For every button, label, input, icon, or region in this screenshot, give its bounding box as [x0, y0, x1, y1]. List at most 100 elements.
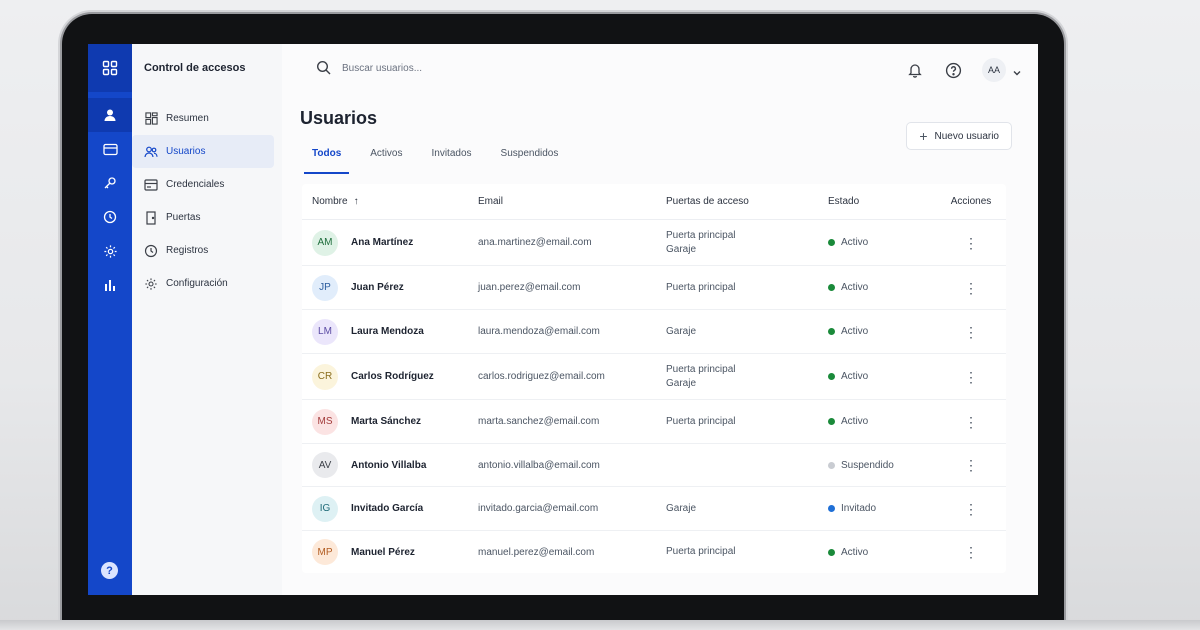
- sidebar-item-puertas[interactable]: Puertas: [132, 201, 282, 234]
- clock-icon[interactable]: [88, 200, 132, 234]
- bell-icon[interactable]: [906, 61, 924, 79]
- avatar: AV: [312, 452, 338, 478]
- user-cell: IG Invitado García: [302, 495, 478, 522]
- avatar: JP: [312, 274, 338, 301]
- laptop-base: [0, 620, 1200, 630]
- user-cell: LM Laura Mendoza: [302, 318, 478, 345]
- table-row[interactable]: IG Invitado García invitado.garcia@email.c…: [302, 487, 1006, 531]
- status-badge: Activo: [828, 547, 936, 558]
- user-name[interactable]: Marta Sánchez: [351, 416, 421, 427]
- column-header-name[interactable]: Nombre ↑: [302, 196, 478, 207]
- sort-ascending-icon[interactable]: ↑: [354, 196, 359, 207]
- bar-chart-icon[interactable]: [88, 268, 132, 302]
- tab-invitados[interactable]: Invitados: [424, 148, 480, 174]
- help-icon[interactable]: ?: [101, 562, 118, 579]
- user-name[interactable]: Manuel Pérez: [351, 547, 415, 558]
- column-name-label: Nombre: [312, 196, 348, 207]
- status-dot: [828, 461, 835, 469]
- status-label: Invitado: [841, 503, 877, 514]
- status-badge: Suspendido: [828, 460, 936, 471]
- user-name[interactable]: Laura Mendoza: [351, 326, 424, 337]
- user-name[interactable]: Ana Martínez: [351, 237, 413, 248]
- user-cell: MP Manuel Pérez: [302, 539, 478, 565]
- column-header-status[interactable]: Estado: [828, 196, 936, 207]
- sidebar-item-resumen[interactable]: Resumen: [132, 102, 282, 135]
- sidebar-nav: Control de accesos Resumen Usuarios Creden…: [132, 44, 282, 595]
- table-row[interactable]: MS Marta Sánchez marta.sanchez@email.com Pu…: [302, 400, 1006, 444]
- user-name[interactable]: Carlos Rodríguez: [351, 371, 434, 382]
- table-row[interactable]: JP Juan Pérez juan.perez@email.com Puerta p…: [302, 266, 1006, 310]
- status-dot: [828, 239, 835, 246]
- search-input[interactable]: [342, 62, 542, 74]
- status-badge: Activo: [828, 326, 936, 337]
- top-actions: AA: [886, 58, 1022, 82]
- app-title: Control de accesos: [144, 62, 246, 74]
- status-label: Activo: [841, 546, 869, 558]
- more-options-icon[interactable]: ⋮: [964, 236, 978, 250]
- avatar: LM: [312, 318, 338, 345]
- more-options-icon[interactable]: ⋮: [964, 370, 978, 384]
- user-name[interactable]: Invitado García: [351, 503, 423, 514]
- sidebar-item-label: Usuarios: [166, 146, 206, 157]
- sidebar-item-label: Puertas: [166, 212, 201, 223]
- table-row[interactable]: AM Ana Martínez ana.martinez@email.com Puer…: [302, 220, 1006, 266]
- chevron-down-icon[interactable]: [1012, 65, 1022, 76]
- column-header-actions: Acciones: [950, 196, 992, 207]
- new-user-button[interactable]: + Nuevo usuario: [906, 122, 1012, 150]
- gear-icon[interactable]: [88, 234, 132, 268]
- access-doors: Puerta principal Garaje: [666, 229, 828, 257]
- sidebar-item-usuarios[interactable]: Usuarios: [132, 135, 274, 168]
- door-name: Puerta principal: [666, 546, 736, 557]
- door-icon: [144, 210, 158, 225]
- user-avatar[interactable]: AA: [982, 58, 1006, 82]
- user-icon[interactable]: [88, 98, 132, 132]
- table-row[interactable]: AV Antonio Villalba antonio.villalba@email…: [302, 444, 1006, 487]
- column-header-doors[interactable]: Puertas de acceso: [666, 195, 828, 209]
- user-email: laura.mendoza@email.com: [478, 326, 600, 337]
- status-dot: [828, 505, 835, 512]
- gear-icon: [144, 277, 158, 291]
- user-name[interactable]: Antonio Villalba: [351, 460, 426, 471]
- more-options-icon[interactable]: ⋮: [964, 458, 978, 472]
- tab-todos[interactable]: Todos: [304, 148, 350, 174]
- card-icon[interactable]: [88, 132, 132, 166]
- status-dot: [828, 328, 835, 335]
- sidebar-item-configuracion[interactable]: Configuración: [132, 267, 282, 300]
- user-email: manuel.perez@email.com: [478, 546, 595, 558]
- more-options-icon[interactable]: ⋮: [964, 545, 978, 559]
- table-header: Nombre ↑ Email Puertas de acceso Estado …: [302, 184, 1006, 220]
- table-row[interactable]: CR Carlos Rodríguez carlos.rodriguez@email…: [302, 354, 1006, 400]
- table-row[interactable]: MP Manuel Pérez manuel.perez@email.com Puer…: [302, 531, 1006, 573]
- status-label: Activo: [841, 326, 869, 337]
- door-name: Puerta principal: [666, 281, 736, 293]
- avatar: MS: [312, 408, 338, 435]
- row-actions: ⋮: [936, 370, 1006, 384]
- credential-card-icon: [144, 178, 158, 192]
- user-name[interactable]: Juan Pérez: [351, 282, 404, 293]
- tab-activos[interactable]: Activos: [362, 148, 410, 174]
- user-cell: JP Juan Pérez: [302, 274, 478, 301]
- row-actions: ⋮: [936, 236, 1006, 250]
- sidebar-item-credenciales[interactable]: Credenciales: [132, 168, 282, 201]
- apps-grid-icon[interactable]: [88, 44, 132, 92]
- main-content: AA Usuarios + Nuevo usuario Todos Activos…: [282, 44, 1038, 595]
- tab-suspendidos[interactable]: Suspendidos: [493, 148, 567, 174]
- door-name: Puerta principal: [666, 363, 736, 375]
- key-icon[interactable]: [88, 166, 132, 200]
- more-options-icon[interactable]: ⋮: [964, 502, 978, 516]
- help-circle-icon[interactable]: [944, 61, 962, 79]
- user-email: ana.martinez@email.com: [478, 237, 592, 248]
- column-header-email[interactable]: Email: [478, 196, 666, 207]
- more-options-icon[interactable]: ⋮: [964, 325, 978, 339]
- top-bar: AA: [282, 44, 1038, 92]
- user-email: carlos.rodriguez@email.com: [478, 371, 605, 382]
- door-name: Garaje: [666, 325, 697, 337]
- sidebar-item-label: Registros: [166, 245, 209, 256]
- status-badge: Invitado: [828, 503, 936, 514]
- more-options-icon[interactable]: ⋮: [964, 281, 978, 295]
- more-options-icon[interactable]: ⋮: [964, 415, 978, 429]
- table-row[interactable]: LM Laura Mendoza laura.mendoza@email.com Ga…: [302, 310, 1006, 354]
- door-name: Puerta principal: [666, 229, 736, 241]
- sidebar-item-label: Configuración: [166, 278, 228, 289]
- sidebar-item-registros[interactable]: Registros: [132, 234, 282, 267]
